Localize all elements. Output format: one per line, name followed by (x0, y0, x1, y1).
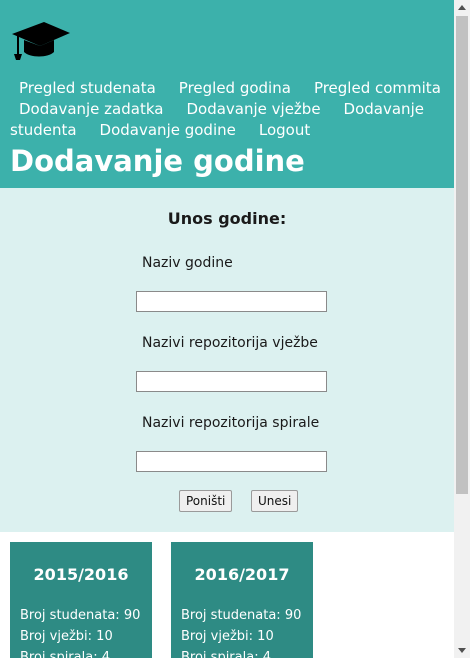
reset-button[interactable]: Poništi (179, 490, 233, 512)
year-name-input[interactable] (136, 291, 327, 312)
year-card-exercises: Broj vježbi: 10 (181, 629, 274, 644)
nav-dodavanje-vjezbe[interactable]: Dodavanje vježbe (186, 99, 320, 120)
vertical-scrollbar[interactable] (454, 0, 470, 658)
scrollbar-thumb[interactable] (456, 16, 468, 494)
year-card[interactable]: 2016/2017 Broj studenata: 90 Broj vježbi… (171, 542, 313, 658)
nav-pregled-commita[interactable]: Pregled commita (314, 78, 441, 99)
year-name-label: Naziv godine (142, 255, 233, 271)
nav-logout[interactable]: Logout (259, 120, 310, 141)
exercise-repos-label: Nazivi repozitorija vježbe (142, 335, 318, 351)
year-card-students: Broj studenata: 90 (20, 608, 141, 623)
year-card-exercises: Broj vježbi: 10 (20, 629, 113, 644)
page: Pregled studenata Pregled godina Pregled… (0, 0, 454, 658)
year-card-spirals: Broj spirala: 4 (181, 650, 271, 658)
year-card-title: 2016/2017 (194, 565, 290, 584)
header: Pregled studenata Pregled godina Pregled… (0, 0, 454, 188)
year-cards: 2015/2016 Broj studenata: 90 Broj vježbi… (0, 532, 454, 658)
add-year-form: Unos godine: Naziv godine Nazivi repozit… (0, 188, 454, 532)
page-title: Dodavanje godine (10, 144, 305, 178)
exercise-repos-input[interactable] (136, 371, 327, 392)
form-heading: Unos godine: (167, 209, 287, 228)
nav-pregled-godina[interactable]: Pregled godina (179, 78, 291, 99)
year-card-title: 2015/2016 (33, 565, 129, 584)
graduation-cap-icon (12, 22, 70, 60)
nav-dodavanje-godine[interactable]: Dodavanje godine (100, 120, 236, 141)
nav-dodavanje-studenta[interactable]: Dodavanje (344, 99, 424, 120)
year-card-students: Broj studenata: 90 (181, 608, 302, 623)
nav-dodavanje-zadatka[interactable]: Dodavanje zadatka (19, 99, 163, 120)
year-card[interactable]: 2015/2016 Broj studenata: 90 Broj vježbi… (10, 542, 152, 658)
submit-button[interactable]: Unesi (251, 490, 299, 512)
spiral-repos-label: Nazivi repozitorija spirale (142, 415, 320, 431)
nav-pregled-studenata[interactable]: Pregled studenata (19, 78, 156, 99)
scroll-up-arrow-icon[interactable] (454, 0, 470, 16)
main-nav: Pregled studenata Pregled godina Pregled… (0, 78, 454, 141)
scroll-down-arrow-icon[interactable] (454, 642, 470, 658)
year-card-spirals: Broj spirala: 4 (20, 650, 110, 658)
nav-dodavanje-studenta-cont[interactable]: studenta (10, 120, 77, 141)
spiral-repos-input[interactable] (136, 451, 327, 472)
